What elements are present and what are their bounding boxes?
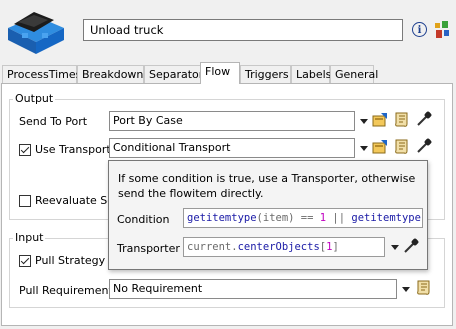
code-edit-icon[interactable]	[416, 279, 432, 296]
pull-strategy-checkbox[interactable]	[19, 255, 31, 267]
tab-triggers[interactable]: Triggers	[240, 65, 291, 83]
popup-description: If some condition is true, use a Transpo…	[118, 172, 416, 200]
tab-separator[interactable]: Separator	[144, 65, 203, 83]
transporter-label: Transporter	[117, 242, 180, 255]
sampler-eyedropper-icon[interactable]	[416, 110, 432, 127]
code-token: getitemtype	[187, 212, 257, 224]
pull-requirement-dropdown[interactable]: No Requirement	[109, 279, 397, 299]
sampler-eyedropper-icon[interactable]	[416, 137, 432, 154]
input-group-title: Input	[13, 231, 46, 244]
edit-properties-icon[interactable]	[372, 112, 388, 128]
condition-code-field[interactable]: getitemtype(item) == 1 || getitemtype(it…	[183, 208, 423, 228]
condition-label: Condition	[117, 213, 170, 226]
pull-requirement-arrow[interactable]	[402, 287, 410, 292]
code-token: centerObjects	[237, 241, 320, 253]
tab-processtimes[interactable]: ProcessTimes	[2, 65, 81, 83]
use-transport-arrow[interactable]	[360, 146, 368, 151]
sampler-eyedropper-icon[interactable]	[403, 237, 419, 254]
code-token: getitemtype	[351, 212, 421, 224]
output-group-title: Output	[13, 92, 56, 105]
code-edit-icon[interactable]	[394, 111, 410, 128]
code-token: (item) ==	[421, 212, 422, 224]
use-transport-dropdown[interactable]: Conditional Transport	[109, 138, 355, 158]
properties-icon[interactable]	[433, 20, 451, 40]
processor-3d-icon	[4, 6, 66, 56]
conditional-transport-popup: If some condition is true, use a Transpo…	[108, 160, 428, 270]
info-icon[interactable]: i	[412, 22, 427, 37]
use-transport-label: Use Transport	[35, 143, 111, 156]
code-token: ]	[332, 241, 339, 253]
pull-strategy-label: Pull Strategy	[35, 254, 106, 267]
tab-labels[interactable]: Labels	[291, 65, 331, 83]
reevaluate-checkbox[interactable]	[19, 195, 31, 207]
send-to-port-dropdown[interactable]: Port By Case	[109, 111, 355, 131]
pull-requirement-label: Pull Requirement	[19, 284, 113, 297]
code-token: ||	[326, 212, 352, 224]
transporter-dropdown-arrow[interactable]	[391, 245, 399, 250]
tab-bar: ProcessTimes Breakdowns Separator Flow T…	[0, 62, 456, 84]
object-name-field[interactable]: Unload truck	[83, 19, 403, 41]
tab-flow[interactable]: Flow	[200, 62, 240, 84]
edit-properties-icon[interactable]	[372, 139, 388, 155]
transporter-code-field[interactable]: current.centerObjects[1]	[183, 237, 385, 257]
code-token: (item) ==	[256, 212, 320, 224]
code-token: current	[187, 241, 232, 253]
use-transport-checkbox[interactable]	[19, 144, 31, 156]
tab-general[interactable]: General	[330, 65, 378, 83]
send-to-port-label: Send To Port	[19, 115, 88, 128]
code-edit-icon[interactable]	[394, 138, 410, 155]
send-to-port-arrow[interactable]	[360, 119, 368, 124]
tab-breakdowns[interactable]: Breakdowns	[77, 65, 149, 83]
